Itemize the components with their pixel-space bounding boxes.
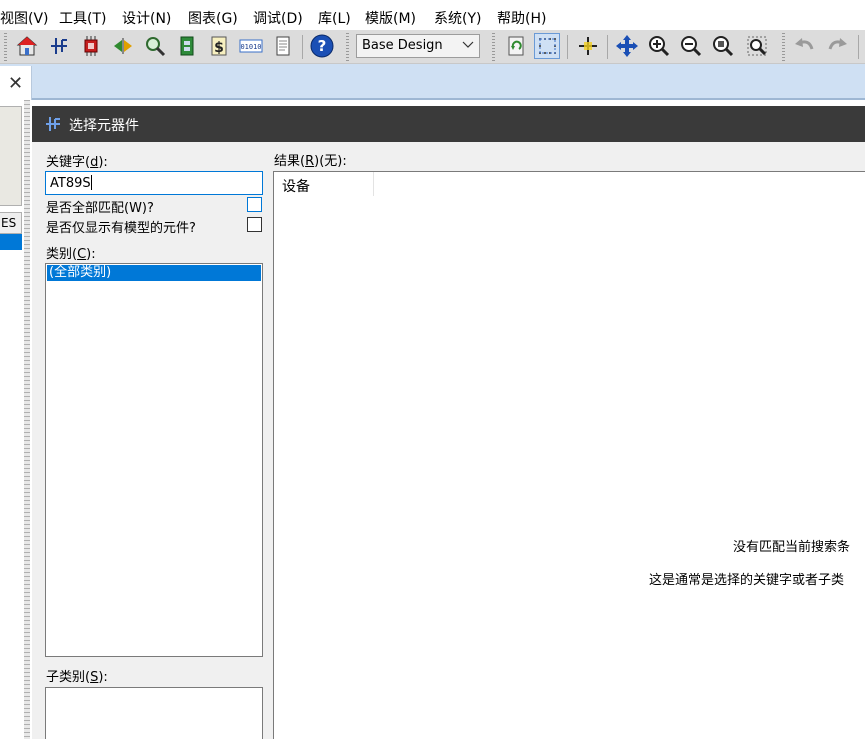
menu-template[interactable]: 模版(M)	[365, 8, 416, 28]
signal-icon[interactable]	[110, 33, 136, 59]
toolbar-separator	[607, 35, 608, 59]
left-panel-tab[interactable]: ES	[0, 212, 22, 234]
subcategory-hotkey: S	[90, 670, 99, 685]
schematic-icon[interactable]	[46, 33, 72, 59]
pcb-icon[interactable]	[174, 33, 200, 59]
category-list[interactable]: (全部类别)	[45, 263, 263, 657]
menu-system[interactable]: 系统(Y)	[434, 8, 481, 28]
toolbar-grip[interactable]	[492, 33, 495, 61]
results-table[interactable]: 设备 没有匹配当前搜索条 这是通常是选择的关键字或者子类	[273, 171, 865, 739]
category-hotkey: C	[77, 247, 87, 262]
subcategory-list[interactable]	[45, 687, 263, 739]
only-models-label: 是否仅显示有模型的元件?	[46, 221, 196, 236]
document-icon[interactable]	[270, 33, 296, 59]
move-icon[interactable]	[614, 33, 640, 59]
pick-devices-dialog: 选择元器件 关键字(d): AT89S 是否全部匹配(W)? 是否仅显示有模型的…	[32, 106, 865, 739]
keyword-input-value: AT89S	[50, 176, 91, 191]
left-panel-tab-label: ES	[1, 216, 17, 230]
menu-design[interactable]: 设计(N)	[122, 8, 171, 28]
undo-icon[interactable]	[792, 33, 818, 59]
grid-icon[interactable]	[534, 33, 560, 59]
refresh-icon[interactable]	[503, 33, 529, 59]
dialog-title-bar[interactable]: 选择元器件	[32, 106, 865, 142]
menu-help[interactable]: 帮助(H)	[497, 8, 546, 28]
binary-icon[interactable]: 01010	[238, 33, 264, 59]
subcategory-label: 子类别(S):	[46, 670, 108, 685]
zoom-area-icon[interactable]	[744, 33, 770, 59]
category-label: 类别(C):	[46, 247, 96, 262]
svg-text:?: ?	[318, 37, 327, 55]
toolbar-grip[interactable]	[4, 33, 7, 61]
menu-tools[interactable]: 工具(T)	[59, 8, 106, 28]
schematic-icon	[46, 117, 60, 131]
design-select-value: Base Design	[362, 38, 443, 53]
menu-graph[interactable]: 图表(G)	[188, 8, 238, 28]
svg-text:$: $	[214, 40, 224, 56]
tab-strip-divider	[0, 98, 865, 100]
results-count: (无):	[319, 154, 347, 169]
toolbar-separator	[858, 35, 859, 59]
keyword-label: 关键字(d):	[46, 155, 108, 170]
home-icon[interactable]	[14, 33, 40, 59]
match-all-checkbox[interactable]	[247, 197, 262, 212]
menu-library[interactable]: 库(L)	[318, 8, 351, 28]
help-icon[interactable]: ?	[309, 33, 335, 59]
menu-debug[interactable]: 调试(D)	[253, 8, 303, 28]
design-select[interactable]: Base Design	[356, 34, 480, 58]
text-caret	[90, 175, 92, 190]
toolbar-separator	[567, 35, 568, 59]
results-label-text: 结果	[274, 154, 301, 169]
toolbar-separator	[302, 35, 303, 59]
splitter-handle[interactable]	[24, 100, 30, 739]
tab-close-button[interactable]: ✕	[0, 66, 32, 100]
chevron-down-icon	[462, 41, 474, 48]
chip-icon[interactable]	[78, 33, 104, 59]
results-column-header[interactable]: 设备	[274, 172, 374, 196]
dollar-icon[interactable]: $	[206, 33, 232, 59]
crosshair-icon[interactable]	[575, 33, 601, 59]
zoom-fit-icon[interactable]	[710, 33, 736, 59]
zoom-out-icon[interactable]	[678, 33, 704, 59]
menu-bar: 视图(V) 工具(T) 设计(N) 图表(G) 调试(D) 库(L) 模版(M)…	[0, 0, 865, 32]
category-label-text: 类别	[46, 247, 73, 262]
keyword-label-text: 关键字	[46, 155, 86, 170]
match-all-label: 是否全部匹配(W)?	[46, 201, 154, 216]
dialog-title: 选择元器件	[69, 118, 139, 134]
list-item[interactable]: (全部类别)	[47, 265, 261, 281]
results-hotkey: R	[305, 154, 315, 169]
zoom-search-icon[interactable]	[142, 33, 168, 59]
tab-strip	[0, 64, 865, 100]
results-label: 结果(R)(无):	[274, 154, 347, 169]
redo-icon[interactable]	[824, 33, 850, 59]
only-models-checkbox[interactable]	[247, 217, 262, 232]
empty-message-line-2: 这是通常是选择的关键字或者子类	[649, 573, 845, 588]
svg-text:01010: 01010	[240, 43, 261, 51]
toolbar-grip[interactable]	[346, 33, 349, 61]
empty-message-line-1: 没有匹配当前搜索条	[733, 540, 851, 555]
toolbar-grip[interactable]	[782, 33, 785, 61]
zoom-in-icon[interactable]	[646, 33, 672, 59]
subcategory-label-text: 子类别	[46, 670, 86, 685]
keyword-input[interactable]: AT89S	[45, 171, 263, 195]
left-panel-preview	[0, 106, 22, 206]
menu-view[interactable]: 视图(V)	[0, 8, 49, 28]
left-panel-selected-row[interactable]	[0, 234, 22, 250]
keyword-hotkey: d	[90, 155, 99, 170]
close-icon: ✕	[7, 72, 24, 94]
